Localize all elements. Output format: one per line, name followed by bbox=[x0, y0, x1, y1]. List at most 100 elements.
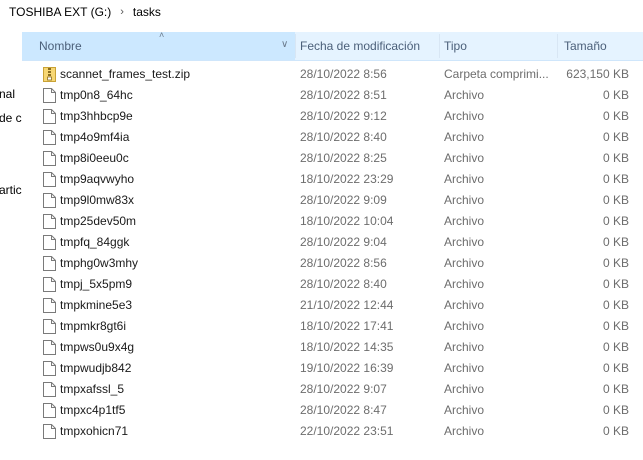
file-row[interactable]: tmpkmine5e3 21/10/2022 12:44 Archivo 0 KB bbox=[22, 295, 643, 316]
column-header-name[interactable]: Nombre ˄ ∨ bbox=[22, 30, 295, 60]
breadcrumb-folder[interactable]: tasks bbox=[133, 5, 161, 19]
column-header-type-label: Tipo bbox=[444, 39, 467, 53]
zip-folder-icon bbox=[43, 67, 56, 82]
file-row[interactable]: tmpmkr8gt6i 18/10/2022 17:41 Archivo 0 KB bbox=[22, 316, 643, 337]
file-size: 0 KB bbox=[602, 193, 629, 207]
file-date-modified: 28/10/2022 9:07 bbox=[300, 382, 387, 396]
file-type: Archivo bbox=[444, 382, 485, 396]
file-size: 0 KB bbox=[602, 172, 629, 186]
file-type: Archivo bbox=[444, 214, 485, 228]
file-type: Archivo bbox=[444, 319, 485, 333]
file-row[interactable]: tmp3hhbcp9e 28/10/2022 9:12 Archivo 0 KB bbox=[22, 106, 643, 127]
file-name: tmphg0w3mhy bbox=[60, 256, 139, 270]
file-size: 0 KB bbox=[602, 214, 629, 228]
file-icon bbox=[43, 340, 56, 355]
file-size: 0 KB bbox=[602, 340, 629, 354]
file-type: Archivo bbox=[444, 403, 485, 417]
file-icon bbox=[43, 235, 56, 250]
file-type: Archivo bbox=[444, 235, 485, 249]
file-size: 0 KB bbox=[602, 319, 629, 333]
file-date-modified: 18/10/2022 17:41 bbox=[300, 319, 394, 333]
file-date-modified: 28/10/2022 8:40 bbox=[300, 130, 387, 144]
file-date-modified: 21/10/2022 12:44 bbox=[300, 298, 394, 312]
file-name: tmpxc4p1tf5 bbox=[60, 403, 126, 417]
file-icon bbox=[43, 277, 56, 292]
column-header-date[interactable]: Fecha de modificación bbox=[296, 32, 439, 60]
file-row[interactable]: tmpfq_84ggk 28/10/2022 9:04 Archivo 0 KB bbox=[22, 232, 643, 253]
breadcrumb-drive[interactable]: TOSHIBA EXT (G:) bbox=[9, 5, 111, 19]
file-type: Archivo bbox=[444, 151, 485, 165]
file-icon bbox=[43, 214, 56, 229]
file-row[interactable]: tmp25dev50m 18/10/2022 10:04 Archivo 0 KB bbox=[22, 211, 643, 232]
file-name: tmpmkr8gt6i bbox=[60, 319, 127, 333]
file-name: scannet_frames_test.zip bbox=[60, 67, 191, 81]
file-icon bbox=[43, 256, 56, 271]
file-row[interactable]: tmp0n8_64hc 28/10/2022 8:51 Archivo 0 KB bbox=[22, 85, 643, 106]
file-size: 0 KB bbox=[602, 403, 629, 417]
file-name: tmp3hhbcp9e bbox=[60, 109, 133, 123]
file-name: tmp4o9mf4ia bbox=[60, 130, 130, 144]
file-name: tmpkmine5e3 bbox=[60, 298, 133, 312]
file-name: tmpxohicn71 bbox=[60, 424, 129, 438]
file-row[interactable]: tmpws0u9x4g 18/10/2022 14:35 Archivo 0 KB bbox=[22, 337, 643, 358]
file-row[interactable]: tmp9l0mw83x 28/10/2022 9:09 Archivo 0 KB bbox=[22, 190, 643, 211]
column-header-size-label: Tamaño bbox=[564, 39, 607, 53]
file-date-modified: 28/10/2022 8:40 bbox=[300, 277, 387, 291]
file-date-modified: 22/10/2022 23:51 bbox=[300, 424, 394, 438]
file-size: 0 KB bbox=[602, 298, 629, 312]
file-size: 0 KB bbox=[602, 88, 629, 102]
nav-item-fragment[interactable]: nal bbox=[0, 87, 15, 101]
file-row[interactable]: tmp4o9mf4ia 28/10/2022 8:40 Archivo 0 KB bbox=[22, 127, 643, 148]
file-type: Archivo bbox=[444, 277, 485, 291]
column-header-date-label: Fecha de modificación bbox=[300, 39, 421, 53]
file-date-modified: 28/10/2022 8:25 bbox=[300, 151, 387, 165]
file-size: 0 KB bbox=[602, 277, 629, 291]
chevron-down-icon[interactable]: ∨ bbox=[281, 39, 288, 50]
file-date-modified: 28/10/2022 8:47 bbox=[300, 403, 387, 417]
file-row[interactable]: tmphg0w3mhy 28/10/2022 8:56 Archivo 0 KB bbox=[22, 253, 643, 274]
column-header-type[interactable]: Tipo bbox=[440, 32, 558, 60]
file-row[interactable]: tmpwudjb842 19/10/2022 16:39 Archivo 0 KB bbox=[22, 358, 643, 379]
file-size: 0 KB bbox=[602, 235, 629, 249]
chevron-right-icon[interactable]: › bbox=[120, 6, 124, 18]
file-type: Archivo bbox=[444, 424, 485, 438]
file-type: Archivo bbox=[444, 109, 485, 123]
file-icon bbox=[43, 403, 56, 418]
nav-item-fragment[interactable]: de c bbox=[0, 111, 22, 125]
file-type: Archivo bbox=[444, 130, 485, 144]
nav-item-fragment[interactable]: artic bbox=[0, 183, 22, 197]
column-header-size[interactable]: Tamaño bbox=[558, 32, 643, 60]
file-icon bbox=[43, 319, 56, 334]
file-type: Archivo bbox=[444, 172, 485, 186]
file-row[interactable]: scannet_frames_test.zip 28/10/2022 8:56 Ca… bbox=[22, 64, 643, 85]
file-name: tmp25dev50m bbox=[60, 214, 137, 228]
file-type: Archivo bbox=[444, 298, 485, 312]
file-date-modified: 18/10/2022 23:29 bbox=[300, 172, 394, 186]
file-date-modified: 28/10/2022 9:04 bbox=[300, 235, 387, 249]
sort-up-icon: ˄ bbox=[159, 30, 165, 40]
file-icon bbox=[43, 424, 56, 439]
file-icon bbox=[43, 130, 56, 145]
file-date-modified: 28/10/2022 9:12 bbox=[300, 109, 387, 123]
file-size: 0 KB bbox=[602, 130, 629, 144]
file-icon bbox=[43, 172, 56, 187]
file-icon bbox=[43, 382, 56, 397]
file-icon bbox=[43, 298, 56, 313]
file-row[interactable]: tmpj_5x5pm9 28/10/2022 8:40 Archivo 0 KB bbox=[22, 274, 643, 295]
file-row[interactable]: tmpxc4p1tf5 28/10/2022 8:47 Archivo 0 KB bbox=[22, 400, 643, 421]
file-row[interactable]: tmp8i0eeu0c 28/10/2022 8:25 Archivo 0 KB bbox=[22, 148, 643, 169]
navigation-pane: nal de c artic bbox=[0, 24, 22, 460]
file-type: Archivo bbox=[444, 88, 485, 102]
file-icon bbox=[43, 151, 56, 166]
file-icon bbox=[43, 109, 56, 124]
file-size: 0 KB bbox=[602, 151, 629, 165]
file-row[interactable]: tmpxohicn71 22/10/2022 23:51 Archivo 0 KB bbox=[22, 421, 643, 442]
file-row[interactable]: tmpxafssl_5 28/10/2022 9:07 Archivo 0 KB bbox=[22, 379, 643, 400]
file-name: tmp9aqvwyho bbox=[60, 172, 135, 186]
file-type: Archivo bbox=[444, 361, 485, 375]
file-name: tmpws0u9x4g bbox=[60, 340, 135, 354]
file-date-modified: 19/10/2022 16:39 bbox=[300, 361, 394, 375]
column-header-name-label: Nombre bbox=[39, 39, 82, 53]
file-row[interactable]: tmp9aqvwyho 18/10/2022 23:29 Archivo 0 KB bbox=[22, 169, 643, 190]
file-icon bbox=[43, 193, 56, 208]
